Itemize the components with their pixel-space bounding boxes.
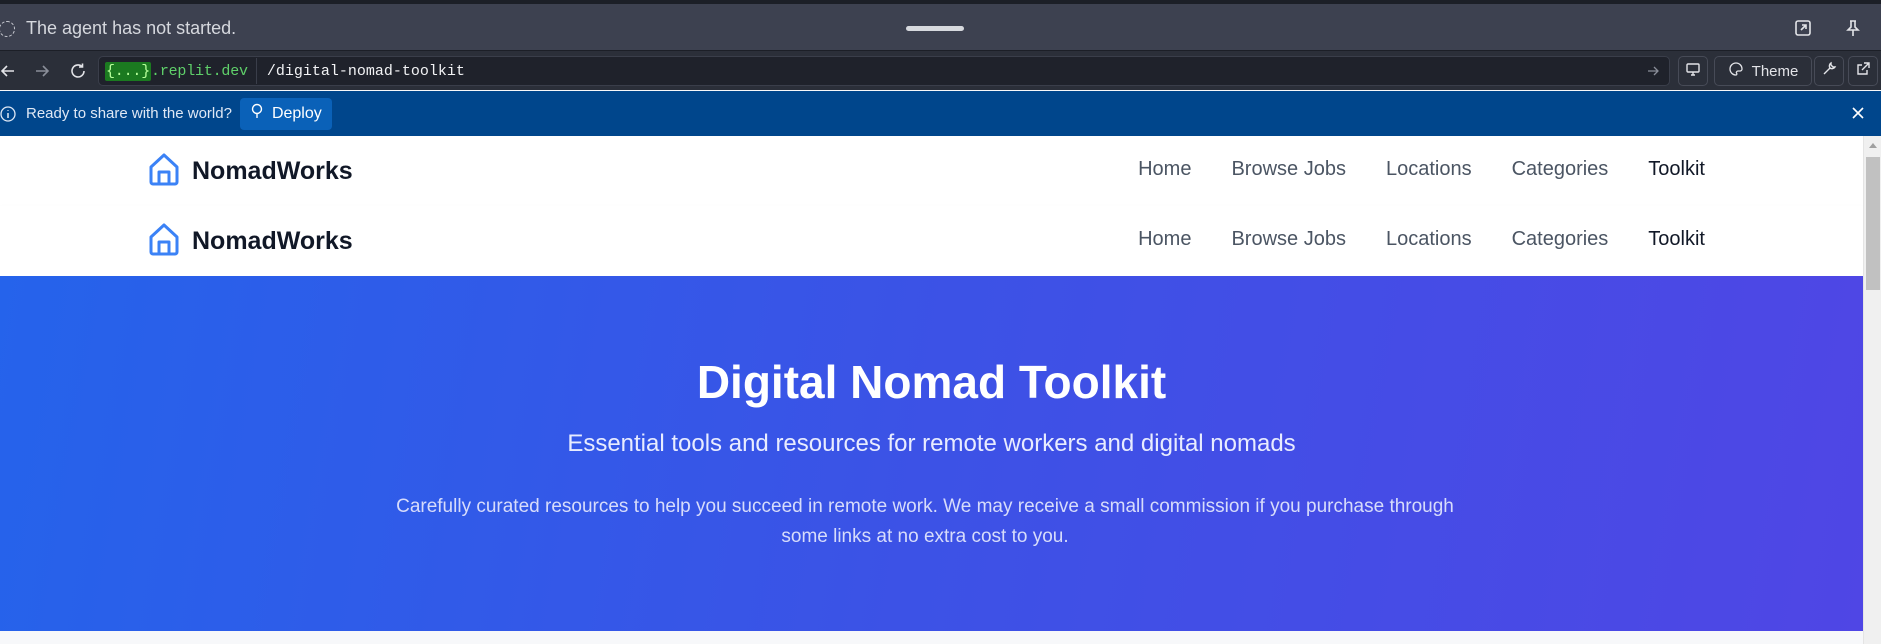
site-header: NomadWorks Home Browse Jobs Locations Ca… [0, 136, 1863, 206]
agent-status: The agent has not started. [0, 18, 236, 39]
nav-browse-jobs[interactable]: Browse Jobs [1231, 228, 1346, 251]
brand-name: NomadWorks [192, 227, 353, 255]
nav-categories[interactable]: Categories [1512, 158, 1609, 181]
theme-button[interactable]: Theme [1714, 56, 1812, 86]
deploy-button[interactable]: Deploy [239, 97, 332, 130]
wrench-icon [1821, 61, 1837, 81]
devices-button[interactable] [1678, 56, 1708, 86]
content-start [0, 631, 1863, 644]
go-arrow-icon[interactable] [1645, 63, 1661, 79]
url-host: {...} .replit.dev [101, 58, 257, 84]
browser-toolbar: {...} .replit.dev /digital-nomad-toolkit … [0, 50, 1881, 90]
monitor-icon [1685, 61, 1701, 81]
close-icon[interactable] [1849, 104, 1867, 122]
home-icon [146, 221, 182, 262]
url-host-placeholder: {...} [105, 61, 152, 81]
devtools-button[interactable] [1814, 56, 1844, 86]
reload-icon[interactable] [67, 60, 89, 82]
forward-arrow-icon[interactable] [31, 60, 53, 82]
hero-section: Digital Nomad Toolkit Essential tools an… [0, 276, 1863, 631]
theme-label: Theme [1751, 62, 1799, 80]
home-icon [146, 151, 182, 192]
deploy-message: Ready to share with the world? [26, 105, 232, 122]
page-scrollbar[interactable] [1863, 136, 1881, 644]
agent-status-text: The agent has not started. [26, 18, 237, 38]
hero-description-line1: Carefully curated resources to help you … [396, 496, 1454, 517]
hero-description-line2: some links at no extra cost to you. [781, 526, 1069, 547]
agent-status-bar: The agent has not started. [0, 0, 1881, 50]
nav-home[interactable]: Home [1138, 158, 1191, 181]
nav-locations[interactable]: Locations [1386, 228, 1472, 251]
brand-name: NomadWorks [192, 157, 353, 185]
nav-home[interactable]: Home [1138, 228, 1191, 251]
external-link-icon [1855, 61, 1871, 81]
expand-icon[interactable] [1792, 17, 1814, 39]
nav-toolkit[interactable]: Toolkit [1648, 228, 1705, 251]
nav-browse-jobs[interactable]: Browse Jobs [1231, 158, 1346, 181]
loading-spinner-icon [0, 20, 15, 37]
nav-locations[interactable]: Locations [1386, 158, 1472, 181]
page-title: Digital Nomad Toolkit [696, 356, 1167, 408]
brand-logo[interactable]: NomadWorks [146, 221, 353, 262]
scroll-thumb[interactable] [1866, 157, 1880, 290]
deploy-banner: Ready to share with the world? Deploy [0, 91, 1881, 136]
brand-logo[interactable]: NomadWorks [146, 151, 353, 192]
hero-subtitle: Essential tools and resources for remote… [567, 430, 1296, 457]
info-icon [0, 105, 18, 123]
pin-icon[interactable] [1842, 17, 1864, 39]
open-new-tab-button[interactable] [1848, 56, 1878, 86]
back-arrow-icon[interactable] [0, 60, 19, 82]
nav-toolkit[interactable]: Toolkit [1648, 158, 1705, 181]
url-domain: .replit.dev [151, 62, 248, 80]
url-path: /digital-nomad-toolkit [266, 62, 465, 80]
scroll-up-arrow-icon[interactable] [1869, 143, 1877, 148]
site-header-duplicate: NomadWorks Home Browse Jobs Locations Ca… [0, 206, 1863, 276]
palette-icon [1728, 61, 1744, 81]
hero-description: Carefully curated resources to help you … [360, 492, 1490, 552]
balloon-icon [250, 103, 264, 124]
page-viewport: NomadWorks Home Browse Jobs Locations Ca… [0, 136, 1863, 644]
deploy-label: Deploy [271, 104, 322, 122]
url-input[interactable]: {...} .replit.dev /digital-nomad-toolkit [98, 56, 1670, 86]
nav-categories[interactable]: Categories [1512, 228, 1609, 251]
drag-handle[interactable] [906, 26, 964, 31]
